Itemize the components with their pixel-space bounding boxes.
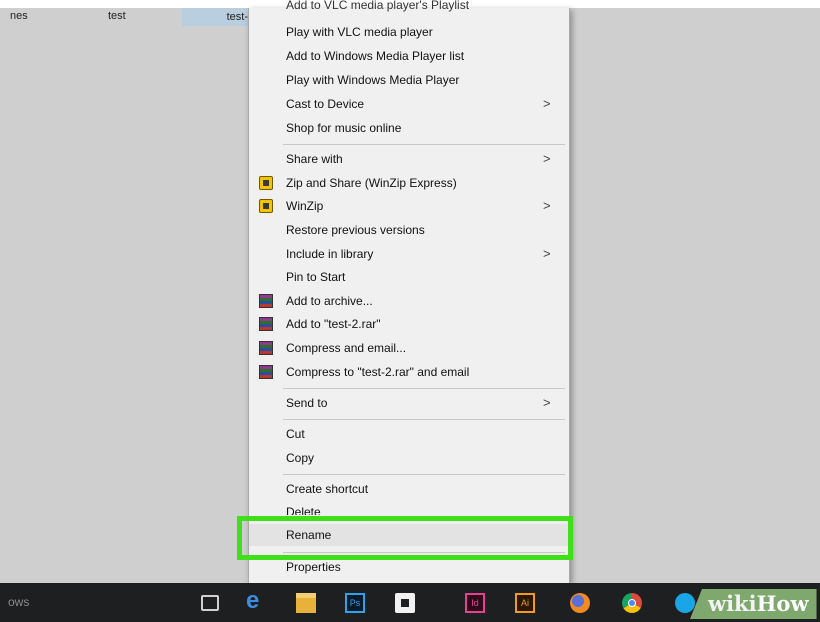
menu-item-label: Copy xyxy=(286,451,315,465)
menu-item-label: Create shortcut xyxy=(286,482,369,496)
menu-item-include-in-library[interactable]: Include in library > xyxy=(249,243,569,265)
menu-item-compress-to-rar-and-email[interactable]: Compress to "test-2.rar" and email xyxy=(249,361,569,383)
menu-item-copy[interactable]: Copy xyxy=(249,447,569,469)
menu-item-label: Restore previous versions xyxy=(286,223,425,237)
menu-item-label: Shop for music online xyxy=(286,121,402,135)
menu-item-pin-to-start[interactable]: Pin to Start xyxy=(249,266,569,288)
photoshop-icon[interactable]: Ps xyxy=(345,593,365,613)
menu-item-label: Delete xyxy=(286,505,321,515)
menu-item-compress-and-email[interactable]: Compress and email... xyxy=(249,337,569,359)
file-explorer-icon[interactable] xyxy=(296,593,316,613)
file-name-cell: nes xyxy=(10,10,28,22)
indesign-icon[interactable]: Id xyxy=(465,593,485,613)
menu-item-label: Cast to Device xyxy=(286,97,365,111)
menu-item-label: Add to Windows Media Player list xyxy=(286,49,465,63)
watermark-how: How xyxy=(756,591,809,616)
winrar-icon xyxy=(259,317,273,331)
menu-item-play-with-vlc[interactable]: Play with VLC media player xyxy=(249,21,569,43)
menu-item-label: Cut xyxy=(286,427,305,441)
illustrator-icon[interactable]: Ai xyxy=(515,593,535,613)
winzip-icon xyxy=(259,199,273,213)
firefox-icon[interactable] xyxy=(570,593,590,613)
context-menu: Add to VLC media player's Playlist Play … xyxy=(248,0,570,583)
menu-item-zip-and-share[interactable]: Zip and Share (WinZip Express) xyxy=(249,172,569,194)
menu-item-label: Share with xyxy=(286,152,343,166)
chevron-right-icon: > xyxy=(543,198,551,213)
file-row[interactable]: nes test test- xyxy=(0,8,260,26)
menu-item-label: Send to xyxy=(286,396,328,410)
store-icon[interactable] xyxy=(395,593,415,613)
selected-file-cell[interactable]: test- xyxy=(182,8,252,26)
file-type-cell: test xyxy=(108,10,126,22)
menu-item-label: Play with VLC media player xyxy=(286,25,433,39)
search-box-text[interactable]: ows xyxy=(8,595,29,609)
menu-separator xyxy=(283,144,565,145)
menu-item-restore-previous-versions[interactable]: Restore previous versions xyxy=(249,219,569,241)
skype-icon[interactable] xyxy=(675,593,695,613)
menu-item-label: Zip and Share (WinZip Express) xyxy=(286,176,457,190)
menu-item-play-with-wmp[interactable]: Play with Windows Media Player xyxy=(249,69,569,91)
menu-item-share-with[interactable]: Share with > xyxy=(249,148,569,170)
menu-item-create-shortcut[interactable]: Create shortcut xyxy=(249,478,569,500)
menu-item-add-to-archive[interactable]: Add to archive... xyxy=(249,290,569,312)
menu-item-shop-for-music[interactable]: Shop for music online xyxy=(249,117,569,139)
menu-separator xyxy=(283,474,565,475)
watermark-wiki: wiki xyxy=(708,591,757,616)
menu-item-cut[interactable]: Cut xyxy=(249,423,569,445)
menu-item-send-to[interactable]: Send to > xyxy=(249,392,569,414)
menu-item-label: WinZip xyxy=(286,199,324,213)
winrar-icon xyxy=(259,365,273,379)
task-view-icon[interactable] xyxy=(201,595,219,611)
menu-item-add-to-wmp-list[interactable]: Add to Windows Media Player list xyxy=(249,45,569,67)
menu-item-winzip[interactable]: WinZip > xyxy=(249,195,569,217)
winrar-icon xyxy=(259,341,273,355)
winzip-icon xyxy=(259,176,273,190)
menu-separator xyxy=(283,388,565,389)
menu-separator xyxy=(283,419,565,420)
chevron-right-icon: > xyxy=(543,151,551,166)
menu-item-label: Compress to "test-2.rar" and email xyxy=(286,365,470,379)
edge-icon[interactable]: e xyxy=(246,587,259,615)
chevron-right-icon: > xyxy=(543,246,551,261)
menu-item-delete[interactable]: Delete xyxy=(249,501,569,515)
chevron-right-icon: > xyxy=(543,395,551,410)
menu-item-add-to-test-2-rar[interactable]: Add to "test-2.rar" xyxy=(249,313,569,335)
chrome-icon[interactable] xyxy=(622,593,642,613)
menu-item-label: Add to archive... xyxy=(286,294,373,308)
menu-item-cast-to-device[interactable]: Cast to Device > xyxy=(249,93,569,115)
chevron-right-icon: > xyxy=(543,96,551,111)
menu-item-label: Include in library xyxy=(286,247,374,261)
wikihow-watermark: wikiHow xyxy=(690,589,817,619)
menu-item-label: Compress and email... xyxy=(286,341,407,355)
menu-item-label: Add to "test-2.rar" xyxy=(286,317,381,331)
menu-item-label: Play with Windows Media Player xyxy=(286,73,460,87)
menu-item-label: Add to VLC media player's Playlist xyxy=(286,0,470,12)
rename-highlight-box xyxy=(237,516,573,560)
winrar-icon xyxy=(259,294,273,308)
menu-item-label: Pin to Start xyxy=(286,270,346,284)
